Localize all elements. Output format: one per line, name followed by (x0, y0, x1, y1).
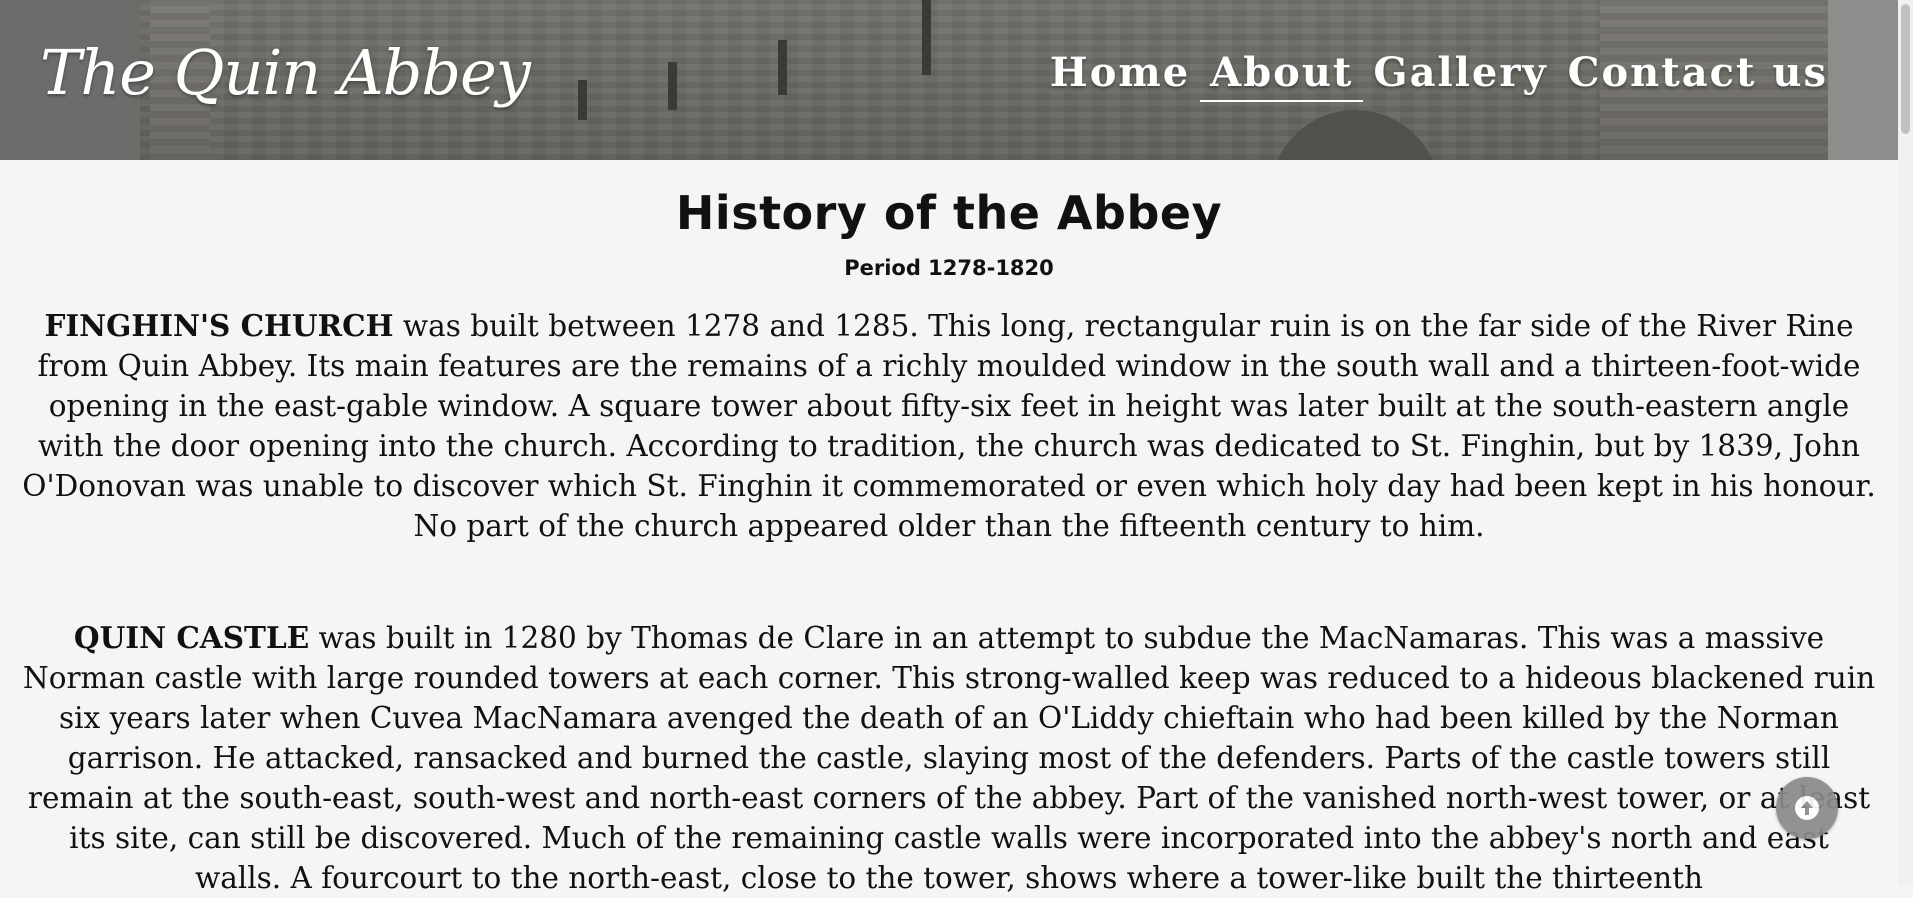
nav-gallery[interactable]: Gallery (1363, 48, 1557, 102)
site-header: The Quin Abbey Home About Gallery Contac… (0, 0, 1898, 160)
section-text: was built in 1280 by Thomas de Clare in … (22, 621, 1876, 895)
header-edge (1828, 0, 1898, 160)
section-heading: QUIN CASTLE (73, 620, 310, 655)
scrollbar-thumb[interactable] (1901, 4, 1910, 134)
period-subtitle: Period 1278-1820 (844, 256, 1054, 280)
site-title[interactable]: The Quin Abbey (40, 36, 531, 109)
section-text: was built between 1278 and 1285. This lo… (22, 309, 1876, 543)
main-nav: Home About Gallery Contact us (1040, 48, 1838, 102)
nav-home[interactable]: Home (1040, 48, 1200, 102)
section-quin-castle: QUIN CASTLE was built in 1280 by Thomas … (22, 618, 1876, 898)
nav-about[interactable]: About (1200, 48, 1364, 102)
page-scrollbar[interactable] (1898, 0, 1913, 886)
back-to-top-button[interactable] (1776, 777, 1838, 839)
nav-contact-us[interactable]: Contact us (1558, 48, 1838, 102)
arrow-up-circle-icon (1795, 796, 1819, 820)
section-heading: FINGHIN'S CHURCH (44, 308, 394, 343)
main-content: History of the Abbey Period 1278-1820 FI… (0, 160, 1898, 898)
page-title: History of the Abbey (675, 186, 1223, 240)
section-finghins-church: FINGHIN'S CHURCH was built between 1278 … (22, 306, 1876, 546)
